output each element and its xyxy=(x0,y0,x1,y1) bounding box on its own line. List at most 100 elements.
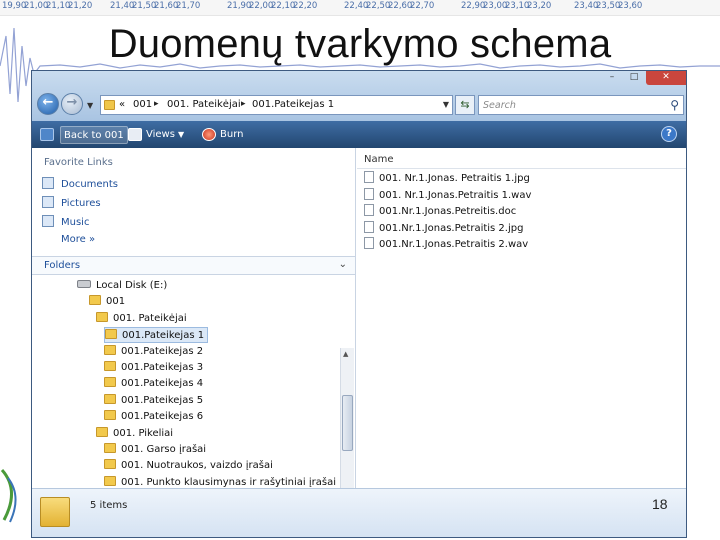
tree-item[interactable]: 001. Nuotraukos, vaizdo įrašai xyxy=(104,458,273,474)
breadcrumb-overflow[interactable]: « xyxy=(119,99,125,110)
chevron-down-icon: ⌄ xyxy=(338,259,347,270)
minimize-button[interactable]: – xyxy=(602,71,622,85)
breadcrumb-chevron-icon[interactable]: ▸ xyxy=(154,99,159,109)
search-icon[interactable]: ⚲ xyxy=(670,98,679,112)
command-bar: Back to 001 Views ▼ Burn ? xyxy=(32,121,686,148)
breadcrumb-pateikejai[interactable]: 001. Pateikėjai xyxy=(167,99,241,110)
pictures-icon xyxy=(42,196,54,208)
favorite-music[interactable]: Music xyxy=(42,215,89,231)
timeline-tick: 23,00 xyxy=(483,1,508,11)
forward-button[interactable]: → xyxy=(61,93,83,115)
file-name: 001.Nr.1.Jonas.Petraitis 2.jpg xyxy=(379,222,524,234)
tree-item[interactable]: Local Disk (E:) xyxy=(77,278,167,294)
explorer-window: – □ ✕ ← → ▼ « 001 ▸ 001. Pateikėjai ▸ 00… xyxy=(31,70,687,538)
close-button[interactable]: ✕ xyxy=(646,71,686,85)
organize-icon[interactable] xyxy=(40,128,54,141)
timeline-tick: 22,10 xyxy=(271,1,296,11)
documents-icon xyxy=(42,177,54,189)
recent-pages-dropdown-icon[interactable]: ▼ xyxy=(87,101,93,110)
forward-arrow-icon: → xyxy=(66,95,78,110)
tree-item[interactable]: 001.Pateikejas 2 xyxy=(104,344,203,360)
folder-icon xyxy=(104,410,116,421)
tree-item-label: Local Disk (E:) xyxy=(96,280,168,291)
address-input[interactable]: « 001 ▸ 001. Pateikėjai ▸ 001.Pateikejas… xyxy=(100,95,453,115)
breadcrumb-pateikejas-1[interactable]: 001.Pateikejas 1 xyxy=(252,99,334,110)
file-item[interactable]: 001. Nr.1.Jonas. Petraitis 1.jpg xyxy=(364,171,530,187)
back-to-001-button[interactable]: Back to 001 xyxy=(60,126,128,144)
address-bar-area: – □ ✕ ← → ▼ « 001 ▸ 001. Pateikėjai ▸ 00… xyxy=(32,71,686,121)
file-item[interactable]: 001.Nr.1.Jonas.Petraitis 2.jpg xyxy=(364,220,524,237)
timeline-tick: 21,40 xyxy=(110,1,135,11)
breadcrumb-chevron-icon[interactable]: ▸ xyxy=(241,99,246,109)
file-list-pane: Name 001. Nr.1.Jonas. Petraitis 1.jpg 001… xyxy=(357,148,686,488)
timeline-tick: 21,00 xyxy=(24,1,49,11)
tree-item-label: 001. Pateikėjai xyxy=(113,312,187,324)
folders-label: Folders xyxy=(44,260,81,271)
timeline-tick: 23,20 xyxy=(527,1,552,11)
timeline-tick: 22,00 xyxy=(249,1,274,11)
burn-button[interactable]: Burn xyxy=(220,126,243,144)
folder-icon xyxy=(104,100,115,110)
tree-item[interactable]: 001.Pateikejas 3 xyxy=(104,360,203,376)
drive-icon xyxy=(77,280,91,288)
file-name: 001. Nr.1.Jonas. Petraitis 1.jpg xyxy=(379,173,530,184)
scrollbar-thumb[interactable] xyxy=(342,395,353,451)
tree-item-selected[interactable]: 001.Pateikejas 1 xyxy=(104,327,209,344)
refresh-button[interactable]: ⇆ xyxy=(455,95,475,115)
tree-item[interactable]: 001. Pateikėjai xyxy=(96,311,187,327)
favorite-links-header: Favorite Links xyxy=(44,157,113,168)
file-icon xyxy=(364,171,374,183)
file-name: 001.Nr.1.Jonas.Petreitis.doc xyxy=(379,206,517,217)
tree-item-label: 001.Pateikejas 1 xyxy=(122,330,205,342)
folders-toggle[interactable]: Folders ⌄ xyxy=(32,256,355,275)
folder-icon xyxy=(96,426,108,437)
search-input[interactable]: Search ⚲ xyxy=(478,95,684,115)
tree-item[interactable]: 001 xyxy=(89,294,125,310)
logo-swoosh-icon xyxy=(0,468,17,523)
file-item[interactable]: 001. Nr.1.Jonas.Petraitis 1.wav xyxy=(364,187,532,204)
folder-icon xyxy=(104,361,116,371)
breadcrumb-001[interactable]: 001 xyxy=(133,99,152,110)
file-item[interactable]: 001.Nr.1.Jonas.Petraitis 2.wav xyxy=(364,237,528,253)
folder-icon xyxy=(104,344,116,355)
column-header-name[interactable]: Name xyxy=(357,153,686,169)
tree-item-label: 001.Pateikejas 2 xyxy=(121,345,204,357)
file-name: 001.Nr.1.Jonas.Petraitis 2.wav xyxy=(379,239,529,250)
slide-title: Duomenų tvarkymo schema xyxy=(108,22,612,66)
tree-item[interactable]: 001.Pateikejas 4 xyxy=(104,376,203,392)
timeline-tick: 19,90 xyxy=(2,1,27,11)
folder-icon xyxy=(104,393,116,404)
favorite-documents[interactable]: Documents xyxy=(42,177,118,193)
back-button[interactable]: ← xyxy=(37,93,59,115)
views-dropdown-icon[interactable]: ▼ xyxy=(178,126,184,144)
favorite-more-link[interactable]: More » xyxy=(61,234,95,250)
tree-item[interactable]: 001. Garso įrašai xyxy=(104,442,206,458)
burn-disc-icon xyxy=(202,128,216,141)
file-icon xyxy=(364,187,374,200)
column-header-label: Name xyxy=(364,154,394,165)
tree-item-label: 001 xyxy=(106,296,126,308)
file-name: 001. Nr.1.Jonas.Petraitis 1.wav xyxy=(379,189,532,201)
tree-item[interactable]: 001.Pateikejas 6 xyxy=(104,409,203,425)
scroll-up-icon[interactable]: ▲ xyxy=(343,350,348,358)
timeline-tick: 21,70 xyxy=(176,1,201,11)
timeline-tick: 23,60 xyxy=(618,1,643,11)
maximize-button[interactable]: □ xyxy=(624,71,644,85)
timeline-tick: 23,50 xyxy=(596,1,621,11)
folder-icon xyxy=(104,443,116,453)
music-icon xyxy=(42,215,54,227)
address-dropdown-icon[interactable]: ▼ xyxy=(443,100,449,109)
tree-item-label: 001.Pateikejas 6 xyxy=(121,411,204,423)
favorite-label: Music xyxy=(61,217,90,228)
tree-item[interactable]: 001.Pateikejas 5 xyxy=(104,393,203,409)
navigation-pane: Favorite Links Documents Pictures Music … xyxy=(32,148,356,537)
help-icon[interactable]: ? xyxy=(661,126,677,142)
views-button[interactable]: Views xyxy=(146,126,175,144)
timeline-tick: 21,20 xyxy=(68,1,93,11)
tree-item-label: 001. Nuotraukos, vaizdo įrašai xyxy=(121,460,273,472)
tree-item[interactable]: 001. Pikeliai xyxy=(96,426,173,442)
file-item[interactable]: 001.Nr.1.Jonas.Petreitis.doc xyxy=(364,204,516,220)
timeline-tick: 22,40 xyxy=(344,1,369,11)
favorite-pictures[interactable]: Pictures xyxy=(42,196,101,212)
timeline-tick: 21,90 xyxy=(227,1,252,11)
